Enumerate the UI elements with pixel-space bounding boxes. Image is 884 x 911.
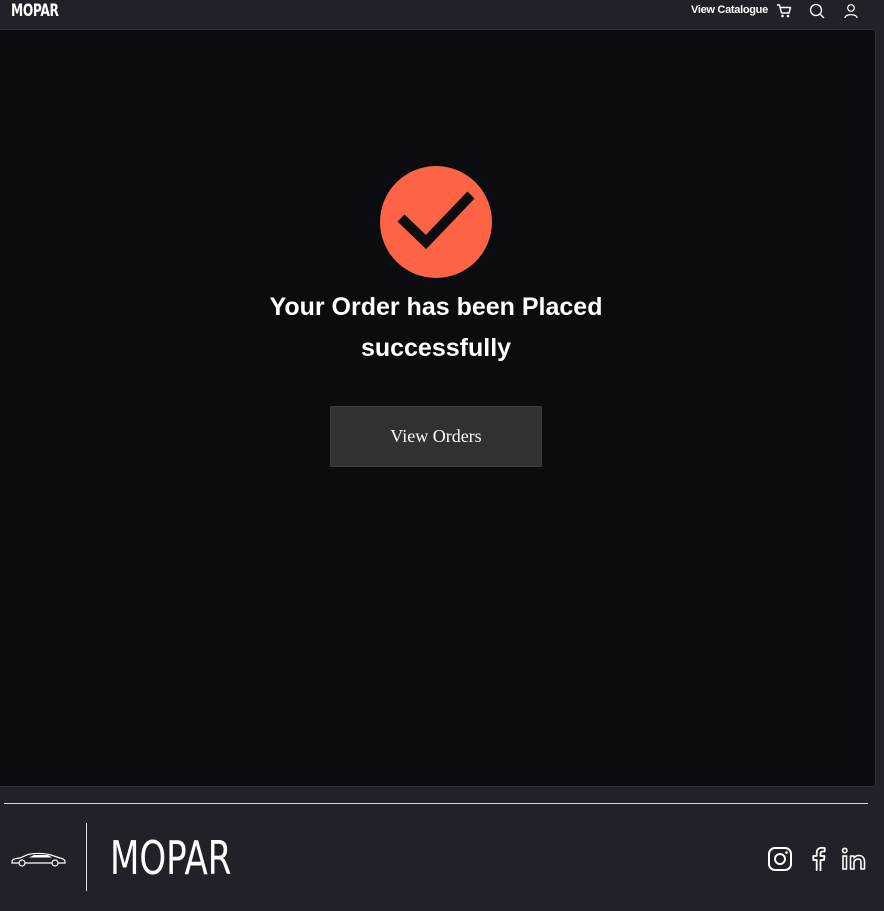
- title-line-2: successfully: [360, 334, 512, 362]
- view-catalogue-link[interactable]: View Catalogue: [691, 4, 768, 16]
- user-icon[interactable]: [842, 2, 860, 20]
- car-icon: [11, 852, 66, 867]
- footer-brand-logo: MOPAR: [110, 831, 232, 885]
- cart-icon[interactable]: [775, 2, 793, 20]
- brand-logo[interactable]: MOPAR: [11, 1, 59, 21]
- order-success-badge: [380, 166, 492, 278]
- title-line-1: Your Order has been Placed: [269, 293, 603, 321]
- linkedin-icon[interactable]: [840, 845, 868, 873]
- check-icon: [397, 191, 475, 250]
- instagram-icon[interactable]: [766, 845, 794, 873]
- search-icon[interactable]: [808, 2, 826, 20]
- facebook-icon[interactable]: [804, 845, 832, 873]
- top-header: MOPAR View Catalogue: [0, 0, 884, 28]
- footer-vertical-divider: [86, 823, 87, 891]
- footer-divider-line: [4, 803, 868, 804]
- view-orders-button[interactable]: View Orders: [330, 406, 542, 467]
- order-placed-title: Your Order has been Placed successfully: [200, 287, 672, 369]
